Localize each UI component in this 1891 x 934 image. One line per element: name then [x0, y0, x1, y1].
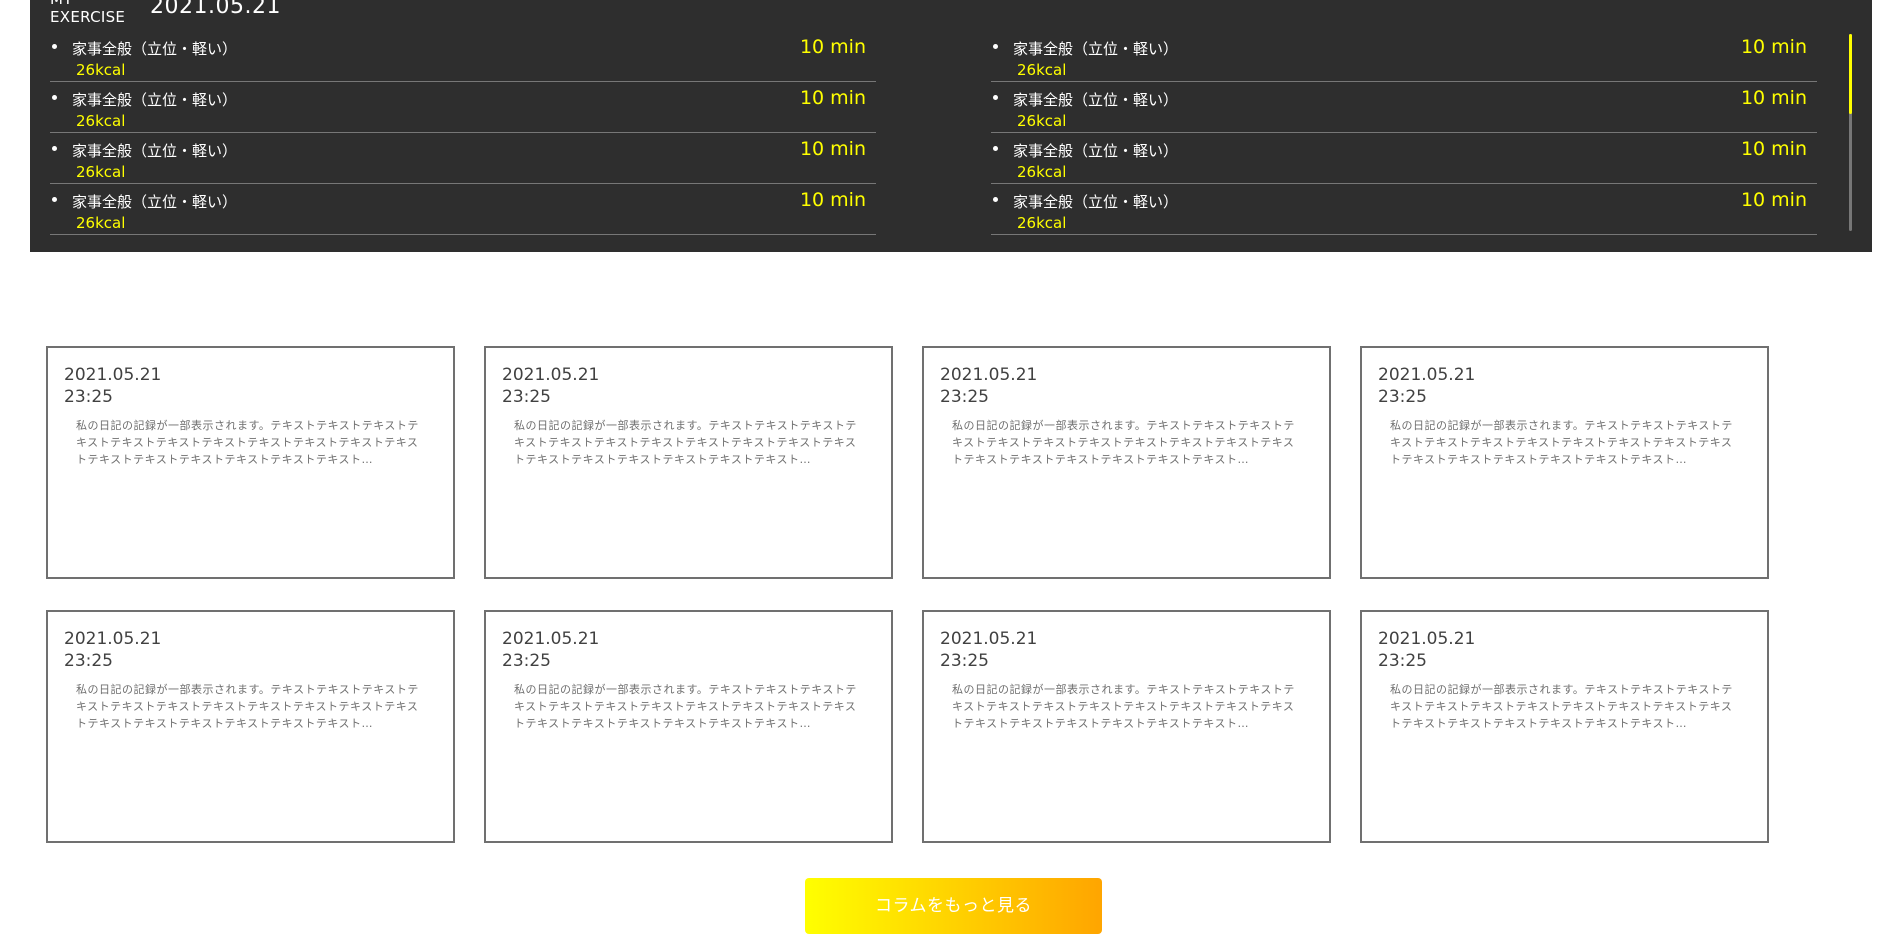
exercise-name: 家事全般（立位・軽い）	[1013, 142, 1179, 160]
my-exercise-panel: MY EXERCISE 2021.05.21 家事全般（立位・軽い） 26kca…	[30, 0, 1872, 252]
exercise-duration: 10 min	[1740, 189, 1807, 211]
diary-excerpt: 私の日記の記録が一部表示されます。テキストテキストテキストテキストテキストテキス…	[1390, 419, 1733, 466]
exercise-kcal: 26kcal	[76, 214, 126, 232]
exercise-kcal: 26kcal	[76, 163, 126, 181]
exercise-name: 家事全般（立位・軽い）	[1013, 91, 1179, 109]
exercise-kcal: 26kcal	[1017, 214, 1067, 232]
exercise-name: 家事全般（立位・軽い）	[72, 142, 238, 160]
diary-time: 23:25	[940, 651, 989, 671]
diary-card[interactable]: 2021.05.21 23:25 私の日記の記録が一部表示されます。テキストテキ…	[46, 346, 455, 579]
bullet-icon	[993, 44, 998, 49]
bullet-icon	[52, 146, 57, 151]
exercise-kcal: 26kcal	[1017, 163, 1067, 181]
diary-date: 2021.05.21	[502, 629, 600, 649]
exercise-title: MY EXERCISE	[50, 0, 126, 27]
diary-card[interactable]: 2021.05.21 23:25 私の日記の記録が一部表示されます。テキストテキ…	[484, 610, 893, 843]
exercise-list-item: 家事全般（立位・軽い） 26kcal 10 min	[991, 185, 1817, 235]
exercise-list-item: 家事全般（立位・軽い） 26kcal 10 min	[991, 32, 1817, 82]
exercise-duration: 10 min	[799, 87, 866, 109]
exercise-date: 2021.05.21	[150, 0, 281, 19]
exercise-scrollbar-thumb[interactable]	[1849, 34, 1852, 114]
bullet-icon	[993, 146, 998, 151]
diary-excerpt: 私の日記の記録が一部表示されます。テキストテキストテキストテキストテキストテキス…	[514, 683, 857, 730]
diary-time: 23:25	[1378, 387, 1427, 407]
diary-time: 23:25	[502, 651, 551, 671]
exercise-list-item: 家事全般（立位・軽い） 26kcal 10 min	[50, 185, 876, 235]
bullet-icon	[993, 95, 998, 100]
diary-card[interactable]: 2021.05.21 23:25 私の日記の記録が一部表示されます。テキストテキ…	[1360, 610, 1769, 843]
exercise-list-item: 家事全般（立位・軽い） 26kcal 10 min	[50, 134, 876, 184]
diary-excerpt: 私の日記の記録が一部表示されます。テキストテキストテキストテキストテキストテキス…	[76, 419, 419, 466]
diary-time: 23:25	[940, 387, 989, 407]
exercise-list-left: 家事全般（立位・軽い） 26kcal 10 min 家事全般（立位・軽い） 26…	[50, 32, 876, 236]
exercise-kcal: 26kcal	[1017, 61, 1067, 79]
diary-card[interactable]: 2021.05.21 23:25 私の日記の記録が一部表示されます。テキストテキ…	[922, 346, 1331, 579]
exercise-name: 家事全般（立位・軽い）	[72, 91, 238, 109]
diary-date: 2021.05.21	[502, 365, 600, 385]
diary-excerpt: 私の日記の記録が一部表示されます。テキストテキストテキストテキストテキストテキス…	[514, 419, 857, 466]
exercise-list-right: 家事全般（立位・軽い） 26kcal 10 min 家事全般（立位・軽い） 26…	[991, 32, 1817, 236]
diary-time: 23:25	[64, 387, 113, 407]
exercise-kcal: 26kcal	[1017, 112, 1067, 130]
exercise-title-line1: MY	[50, 0, 73, 9]
exercise-duration: 10 min	[799, 189, 866, 211]
diary-date: 2021.05.21	[64, 365, 162, 385]
exercise-list-item: 家事全般（立位・軽い） 26kcal 10 min	[991, 83, 1817, 133]
exercise-name: 家事全般（立位・軽い）	[72, 193, 238, 211]
exercise-name: 家事全般（立位・軽い）	[72, 40, 238, 58]
diary-date: 2021.05.21	[1378, 629, 1476, 649]
diary-card[interactable]: 2021.05.21 23:25 私の日記の記録が一部表示されます。テキストテキ…	[922, 610, 1331, 843]
diary-excerpt: 私の日記の記録が一部表示されます。テキストテキストテキストテキストテキストテキス…	[952, 419, 1295, 466]
bullet-icon	[993, 197, 998, 202]
diary-date: 2021.05.21	[1378, 365, 1476, 385]
exercise-title-line2: EXERCISE	[50, 8, 126, 26]
diary-date: 2021.05.21	[940, 629, 1038, 649]
diary-time: 23:25	[1378, 651, 1427, 671]
exercise-name: 家事全般（立位・軽い）	[1013, 193, 1179, 211]
diary-card[interactable]: 2021.05.21 23:25 私の日記の記録が一部表示されます。テキストテキ…	[1360, 346, 1769, 579]
exercise-duration: 10 min	[799, 36, 866, 58]
diary-date: 2021.05.21	[64, 629, 162, 649]
exercise-name: 家事全般（立位・軽い）	[1013, 40, 1179, 58]
exercise-kcal: 26kcal	[76, 112, 126, 130]
exercise-list-item: 家事全般（立位・軽い） 26kcal 10 min	[50, 32, 876, 82]
diary-excerpt: 私の日記の記録が一部表示されます。テキストテキストテキストテキストテキストテキス…	[76, 683, 419, 730]
diary-time: 23:25	[502, 387, 551, 407]
bullet-icon	[52, 95, 57, 100]
diary-date: 2021.05.21	[940, 365, 1038, 385]
exercise-scrollbar[interactable]	[1849, 34, 1852, 231]
exercise-list-item: 家事全般（立位・軽い） 26kcal 10 min	[50, 83, 876, 133]
see-more-columns-button[interactable]: コラムをもっと見る	[805, 878, 1102, 934]
diary-card[interactable]: 2021.05.21 23:25 私の日記の記録が一部表示されます。テキストテキ…	[484, 346, 893, 579]
exercise-duration: 10 min	[799, 138, 866, 160]
exercise-duration: 10 min	[1740, 36, 1807, 58]
exercise-duration: 10 min	[1740, 87, 1807, 109]
exercise-list-item: 家事全般（立位・軽い） 26kcal 10 min	[991, 134, 1817, 184]
bullet-icon	[52, 197, 57, 202]
exercise-duration: 10 min	[1740, 138, 1807, 160]
exercise-kcal: 26kcal	[76, 61, 126, 79]
bullet-icon	[52, 44, 57, 49]
diary-excerpt: 私の日記の記録が一部表示されます。テキストテキストテキストテキストテキストテキス…	[1390, 683, 1733, 730]
diary-excerpt: 私の日記の記録が一部表示されます。テキストテキストテキストテキストテキストテキス…	[952, 683, 1295, 730]
diary-card[interactable]: 2021.05.21 23:25 私の日記の記録が一部表示されます。テキストテキ…	[46, 610, 455, 843]
diary-time: 23:25	[64, 651, 113, 671]
